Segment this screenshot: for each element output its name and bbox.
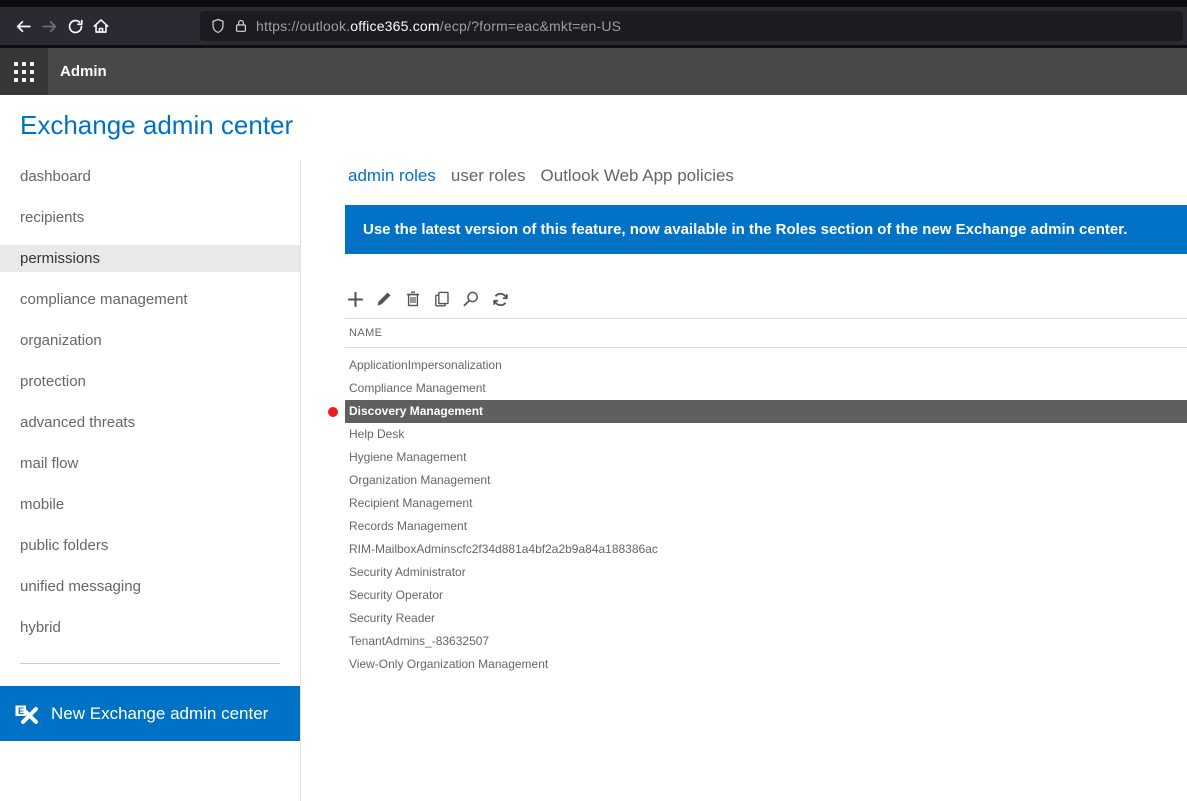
- role-row[interactable]: Security Operator: [345, 584, 1187, 607]
- role-row[interactable]: RIM-MailboxAdminscfc2f34d881a4bf2a2b9a84…: [345, 538, 1187, 561]
- add-button[interactable]: [344, 288, 366, 310]
- app-launcher-button[interactable]: [0, 48, 48, 95]
- role-row[interactable]: Records Management: [345, 515, 1187, 538]
- sidebar-item-organization[interactable]: organization: [0, 327, 300, 354]
- back-button[interactable]: [10, 13, 36, 39]
- exchange-logo-icon: E: [13, 700, 40, 727]
- browser-top-strip: [0, 0, 1187, 7]
- sidebar-item-compliance-management[interactable]: compliance management: [0, 286, 300, 313]
- forward-button[interactable]: [36, 13, 62, 39]
- sidebar-item-public-folders[interactable]: public folders: [0, 532, 300, 559]
- search-icon: [462, 290, 480, 308]
- tab-owa-policies[interactable]: Outlook Web App policies: [541, 166, 734, 186]
- list-top-divider: [345, 318, 1187, 319]
- url-domain: office365.com: [350, 18, 440, 34]
- edit-button[interactable]: [373, 288, 395, 310]
- role-row[interactable]: Hygiene Management: [345, 446, 1187, 469]
- app-bar-title: Admin: [60, 48, 107, 95]
- sidebar-nav: dashboard recipients permissions complia…: [0, 163, 300, 641]
- sidebar-divider: [20, 663, 280, 664]
- pencil-icon: [375, 290, 393, 308]
- forward-icon: [41, 18, 58, 35]
- refresh-icon: [491, 290, 510, 309]
- sidebar-item-hybrid[interactable]: hybrid: [0, 614, 300, 641]
- sidebar-item-dashboard[interactable]: dashboard: [0, 163, 300, 190]
- sidebar-main-divider: [300, 160, 301, 801]
- browser-chrome: https://outlook.office365.com/ecp/?form=…: [0, 0, 1187, 48]
- sidebar-item-mail-flow[interactable]: mail flow: [0, 450, 300, 477]
- role-row-label: Discovery Management: [349, 404, 483, 418]
- attention-dot-icon: [328, 407, 338, 417]
- sidebar-item-recipients[interactable]: recipients: [0, 204, 300, 231]
- home-icon: [92, 17, 110, 35]
- home-button[interactable]: [88, 13, 114, 39]
- copy-icon: [433, 290, 451, 308]
- tab-bar: admin roles user roles Outlook Web App p…: [348, 166, 734, 186]
- new-exchange-admin-center-button[interactable]: E New Exchange admin center: [0, 686, 300, 741]
- waffle-icon: [14, 62, 34, 82]
- roles-toolbar: [344, 288, 511, 310]
- url-path: /ecp/?form=eac&mkt=en-US: [440, 18, 621, 34]
- sidebar-item-permissions[interactable]: permissions: [0, 245, 300, 272]
- role-row[interactable]: View-Only Organization Management: [345, 653, 1187, 676]
- role-row[interactable]: TenantAdmins_-83632507: [345, 630, 1187, 653]
- reload-button[interactable]: [62, 13, 88, 39]
- page-title: Exchange admin center: [20, 110, 293, 141]
- svg-text:E: E: [18, 706, 24, 716]
- tab-user-roles[interactable]: user roles: [451, 166, 526, 186]
- sidebar-item-advanced-threats[interactable]: advanced threats: [0, 409, 300, 436]
- new-eac-label: New Exchange admin center: [51, 704, 268, 724]
- refresh-button[interactable]: [489, 288, 511, 310]
- app-bar: Admin: [0, 48, 1187, 95]
- list-header-divider: [345, 347, 1187, 348]
- role-row[interactable]: Compliance Management: [345, 377, 1187, 400]
- role-row[interactable]: Organization Management: [345, 469, 1187, 492]
- trash-icon: [404, 290, 422, 308]
- role-row[interactable]: Security Administrator: [345, 561, 1187, 584]
- url-prefix: https://outlook.: [256, 18, 350, 34]
- back-icon: [15, 18, 32, 35]
- lock-icon: [233, 18, 249, 34]
- tab-admin-roles[interactable]: admin roles: [348, 166, 436, 186]
- delete-button[interactable]: [402, 288, 424, 310]
- roles-list: ApplicationImpersonalization Compliance …: [345, 354, 1187, 676]
- search-button[interactable]: [460, 288, 482, 310]
- plus-icon: [346, 290, 365, 309]
- browser-toolbar: https://outlook.office365.com/ecp/?form=…: [0, 7, 1187, 45]
- url-text: https://outlook.office365.com/ecp/?form=…: [256, 18, 621, 34]
- info-banner: Use the latest version of this feature, …: [345, 205, 1187, 254]
- role-row[interactable]: ApplicationImpersonalization: [345, 354, 1187, 377]
- info-banner-text: Use the latest version of this feature, …: [363, 221, 1127, 238]
- address-bar[interactable]: https://outlook.office365.com/ecp/?form=…: [200, 11, 1183, 41]
- sidebar-item-protection[interactable]: protection: [0, 368, 300, 395]
- role-row[interactable]: Help Desk: [345, 423, 1187, 446]
- copy-button[interactable]: [431, 288, 453, 310]
- shield-icon: [210, 18, 226, 34]
- role-row[interactable]: Recipient Management: [345, 492, 1187, 515]
- sidebar-item-unified-messaging[interactable]: unified messaging: [0, 573, 300, 600]
- sidebar-item-mobile[interactable]: mobile: [0, 491, 300, 518]
- role-row-selected[interactable]: Discovery Management: [345, 400, 1187, 423]
- name-column-header[interactable]: NAME: [349, 327, 382, 339]
- role-row[interactable]: Security Reader: [345, 607, 1187, 630]
- reload-icon: [67, 18, 84, 35]
